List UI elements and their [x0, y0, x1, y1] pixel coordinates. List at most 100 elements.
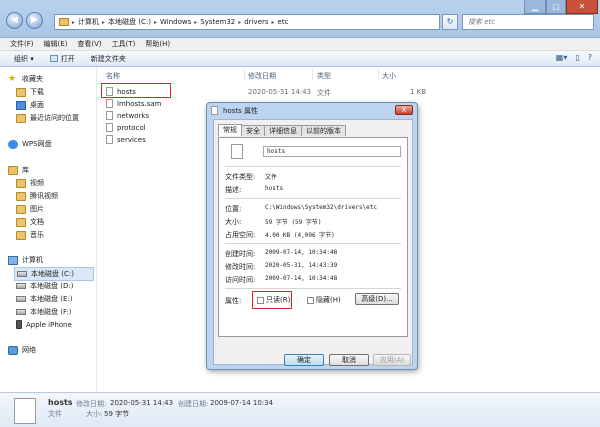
sidebar-item-network[interactable]: 网络 — [8, 345, 36, 355]
sidebar-item-videos[interactable]: 视频 — [16, 178, 44, 188]
tab-details[interactable]: 详细信息 — [264, 125, 302, 136]
file-row-services[interactable]: services — [106, 135, 146, 144]
highlight-box — [252, 291, 292, 309]
tab-previous-versions[interactable]: 以前的版本 — [301, 125, 346, 136]
file-icon — [211, 106, 218, 115]
sidebar-item-tencent-video[interactable]: 腾讯视频 — [16, 191, 58, 201]
sidebar-item-drive-f[interactable]: 本地磁盘 (F:) — [16, 307, 72, 317]
sidebar-item-label: 最近访问的位置 — [30, 114, 79, 122]
open-button[interactable]: 打开 — [49, 54, 75, 64]
breadcrumb-item[interactable]: 本地磁盘 (C:) — [108, 17, 151, 27]
menu-help[interactable]: 帮助(H) — [145, 39, 170, 49]
search-input[interactable]: 搜索 etc — [462, 14, 594, 30]
sidebar-item-drive-c[interactable]: 本地磁盘 (C:) — [14, 267, 94, 281]
description-label: 描述: — [225, 186, 242, 194]
column-header-type[interactable]: 类型 — [317, 71, 331, 81]
desktop-icon — [16, 100, 26, 110]
file-icon — [106, 111, 113, 120]
address-bar[interactable]: ▸ 计算机 ▸ 本地磁盘 (C:) ▸ Windows ▸ System32 ▸… — [54, 14, 440, 30]
breadcrumb-item[interactable]: drivers — [244, 18, 268, 26]
chevron-right-icon: ▸ — [238, 18, 242, 26]
sidebar-item-computer[interactable]: 计算机 — [8, 255, 43, 265]
highlight-box — [101, 83, 171, 98]
sidebar-item-favorites[interactable]: ★ 收藏夹 — [8, 74, 43, 84]
tab-general[interactable]: 常规 — [218, 124, 242, 136]
sidebar-item-desktop[interactable]: 桌面 — [16, 100, 44, 110]
hidden-checkbox[interactable]: 隐藏(H) — [307, 295, 341, 305]
drive-icon — [16, 283, 26, 289]
file-date: 2020-05-31 14:43 — [248, 88, 312, 96]
column-header-size[interactable]: 大小 — [382, 71, 396, 81]
refresh-button[interactable]: ↻ — [442, 14, 458, 30]
apply-button[interactable]: 应用(A) — [373, 354, 411, 366]
sidebar-item-documents[interactable]: 文档 — [16, 217, 44, 227]
new-folder-button[interactable]: 新建文件夹 — [91, 54, 126, 64]
file-name: networks — [117, 111, 150, 120]
help-icon[interactable]: ? — [588, 53, 592, 62]
sidebar-item-libraries[interactable]: 库 — [8, 165, 29, 175]
checkbox-box — [307, 296, 314, 304]
back-button[interactable]: ◀ — [6, 12, 23, 29]
details-modified-label: 修改日期: — [76, 400, 107, 408]
file-row-protocol[interactable]: protocol — [106, 123, 146, 132]
sidebar-item-iphone[interactable]: Apple iPhone — [16, 320, 72, 329]
sidebar-item-downloads[interactable]: 下载 — [16, 87, 44, 97]
sidebar-item-drive-d[interactable]: 本地磁盘 (D:) — [16, 281, 73, 291]
sidebar-item-label: 桌面 — [30, 101, 44, 109]
column-divider[interactable] — [312, 69, 313, 80]
organize-button[interactable]: 组织 ▾ — [14, 54, 34, 64]
created-label: 创建时间: — [225, 250, 256, 258]
column-divider[interactable] — [244, 69, 245, 80]
location-label: 位置: — [225, 205, 242, 213]
recent-places-icon — [16, 113, 26, 123]
column-header-date[interactable]: 修改日期 — [248, 71, 276, 81]
tab-security[interactable]: 安全 — [241, 125, 265, 136]
breadcrumb-item[interactable]: etc — [278, 18, 289, 26]
sidebar-item-music[interactable]: 音乐 — [16, 230, 44, 240]
dialog-tabs: 常规 安全 详细信息 以前的版本 — [218, 124, 346, 137]
file-row-networks[interactable]: networks — [106, 111, 149, 120]
ok-button[interactable]: 确定 — [284, 354, 324, 366]
column-header-name[interactable]: 名称 — [106, 71, 120, 81]
general-pane: hosts 文件类型: 文件 描述: hosts 位置: C:\Windows\… — [218, 137, 408, 337]
close-button[interactable]: ✕ — [566, 0, 598, 14]
location-value: C:\Windows\System32\drivers\etc — [265, 204, 377, 211]
menu-view[interactable]: 查看(V) — [77, 39, 101, 49]
dialog-close-button[interactable]: X — [395, 105, 413, 115]
file-name: lmhosts.sam — [117, 99, 162, 108]
sidebar-item-label: 视频 — [30, 179, 44, 187]
sidebar-item-label: 本地磁盘 (D:) — [30, 282, 74, 290]
file-row-lmhosts[interactable]: lmhosts.sam — [106, 99, 162, 108]
preview-pane-icon[interactable]: ▯ — [575, 53, 579, 62]
file-icon — [231, 144, 243, 159]
sidebar-item-drive-e[interactable]: 本地磁盘 (E:) — [16, 294, 72, 304]
sidebar-item-recent[interactable]: 最近访问的位置 — [16, 113, 79, 123]
music-folder-icon — [16, 230, 26, 240]
breadcrumb-item[interactable]: System32 — [200, 18, 235, 26]
column-divider[interactable] — [378, 69, 379, 80]
file-icon — [106, 135, 113, 144]
divider — [225, 243, 401, 244]
window-icon — [49, 55, 58, 62]
breadcrumb-item[interactable]: Windows — [160, 18, 191, 26]
menu-file[interactable]: 文件(F) — [10, 39, 34, 49]
menu-edit[interactable]: 编辑(E) — [44, 39, 68, 49]
cancel-button[interactable]: 取消 — [329, 354, 369, 366]
view-options-icon[interactable]: ▦▾ — [556, 53, 568, 62]
filename-input[interactable]: hosts — [263, 146, 401, 157]
maximize-button[interactable]: ▢ — [546, 0, 566, 14]
forward-button[interactable]: ▶ — [26, 12, 43, 29]
sidebar-item-label: 文档 — [30, 218, 44, 226]
sidebar-item-wps[interactable]: WPS网盘 — [8, 139, 52, 149]
cloud-icon — [8, 139, 18, 149]
advanced-button[interactable]: 高级(D)... — [355, 293, 399, 305]
sidebar-item-pictures[interactable]: 图片 — [16, 204, 44, 214]
breadcrumb-item[interactable]: 计算机 — [78, 17, 99, 27]
file-type: 文件 — [317, 89, 331, 97]
video-folder-icon — [16, 178, 26, 188]
chevron-right-icon: ▸ — [153, 18, 157, 26]
menu-tools[interactable]: 工具(T) — [112, 39, 136, 49]
minimize-button[interactable]: ▁ — [524, 0, 546, 14]
file-type-label: 文件类型: — [225, 173, 256, 181]
accessed-value: 2009-07-14, 10:34:48 — [265, 275, 338, 282]
